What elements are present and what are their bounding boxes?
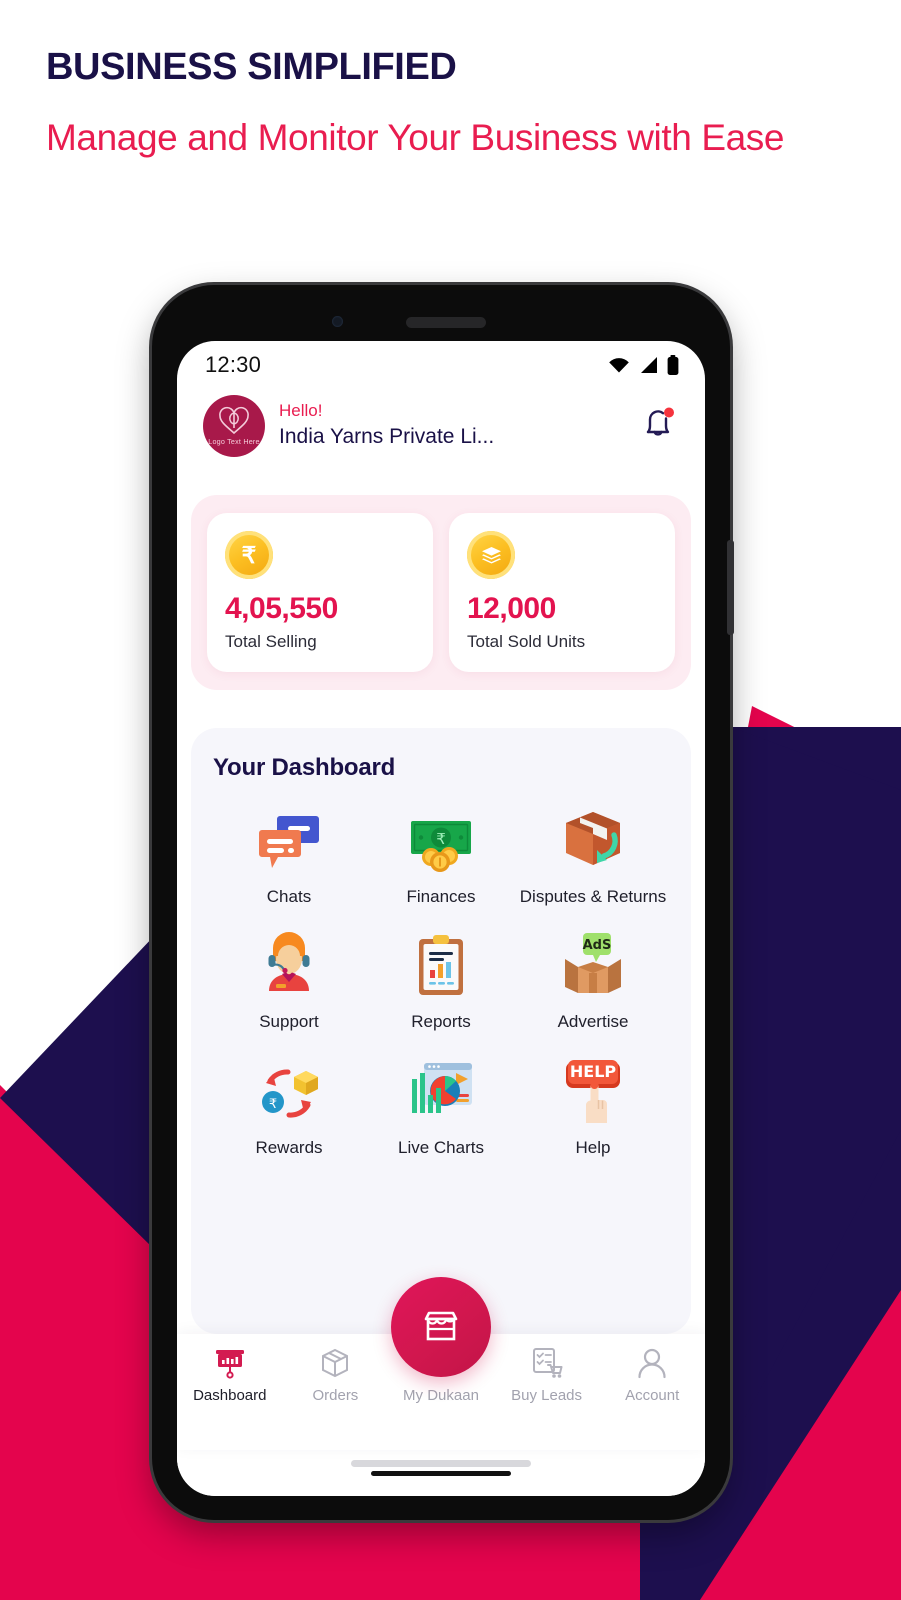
nav-item-label: My Dukaan (403, 1387, 479, 1404)
stat-card-total-sold-units[interactable]: 12,000 Total Sold Units (449, 513, 675, 672)
bell-icon (646, 407, 674, 436)
dashboard-title: Your Dashboard (213, 753, 396, 781)
status-time: 12:30 (205, 352, 262, 377)
home-indicator-pill[interactable] (351, 1460, 531, 1467)
avatar[interactable]: Logo Text Here (203, 395, 265, 457)
avatar-logo-text: Logo Text Here (208, 437, 260, 446)
chat-bubbles-icon (259, 815, 319, 868)
signal-icon (641, 357, 657, 373)
dashboard-item-label: Advertise (557, 1012, 629, 1032)
my-dukaan-fab-button[interactable] (391, 1277, 491, 1377)
return-box-icon (566, 811, 620, 865)
dashboard-item-label: Finances (406, 886, 476, 906)
svg-text:AdS: AdS (583, 938, 612, 953)
dashboard-item-live-charts[interactable]: Live Charts (365, 1055, 517, 1159)
nav-item-label: Buy Leads (511, 1387, 583, 1404)
dashboard-item-finances[interactable]: ₹ Finances (365, 804, 517, 908)
dashboard-item-label: Reports (411, 1012, 471, 1032)
business-name: India Yarns Private Li... (279, 425, 495, 449)
svg-text:₹: ₹ (269, 1097, 277, 1112)
phone-body: 12:30 Logo Text Here Hello! India Yarns … (152, 285, 734, 1520)
home-indicator-bar[interactable] (371, 1471, 511, 1476)
stacked-layers-coin-icon (467, 531, 515, 579)
ads-box-icon: AdS (565, 933, 621, 994)
headline-block: BUSINESS SIMPLIFIED Manage and Monitor Y… (46, 46, 836, 162)
greeting-block: Hello! India Yarns Private Li... (279, 400, 625, 451)
status-icon-group (608, 355, 679, 375)
person-icon (638, 1348, 666, 1379)
headline-subhead: Manage and Monitor Your Business with Ea… (46, 116, 785, 158)
earpiece-speaker (406, 317, 486, 328)
bottom-navigation: Dashboard Orders My Dukaan Buy Leads Acc… (177, 1277, 705, 1450)
help-button-hand-icon: HELP (566, 1059, 620, 1123)
company-logo-icon (219, 406, 249, 435)
presentation-chart-icon (215, 1350, 244, 1379)
phone-side-button[interactable] (727, 540, 734, 635)
phone-mockup: 12:30 Logo Text Here Hello! India Yarns … (152, 285, 734, 1520)
dashboard-card: Your Dashboard Chats ₹ Finances Disputes… (191, 727, 691, 1334)
dashboard-item-label: Rewards (255, 1137, 323, 1157)
headline-eyebrow: BUSINESS SIMPLIFIED (46, 46, 457, 88)
nav-item-buy-leads[interactable]: Buy Leads (494, 1346, 600, 1404)
stat-value: 4,05,550 (225, 592, 338, 625)
dashboard-item-label: Chats (266, 886, 312, 906)
battery-icon (667, 355, 679, 375)
greeting-text: Hello! (279, 401, 323, 421)
nav-item-label: Account (625, 1387, 680, 1404)
dashboard-item-label: Help (575, 1137, 611, 1157)
dashboard-item-label: Disputes & Returns (519, 886, 667, 906)
clipboard-chart-icon (419, 935, 463, 996)
dashboard-item-reports[interactable]: Reports (365, 929, 517, 1033)
nav-item-label: Orders (312, 1387, 359, 1404)
dashboard-item-disputes-returns[interactable]: Disputes & Returns (517, 804, 669, 908)
stat-value: 12,000 (467, 592, 556, 625)
front-camera-icon (332, 316, 343, 327)
notification-button[interactable] (639, 404, 679, 448)
nav-item-orders[interactable]: Orders (283, 1346, 389, 1404)
stat-card-total-selling[interactable]: ₹ 4,05,550 Total Selling (207, 513, 433, 672)
app-header: Logo Text Here Hello! India Yarns Privat… (177, 389, 705, 457)
status-bar: 12:30 (177, 341, 705, 389)
pie-bar-window-icon (412, 1062, 472, 1113)
svg-text:₹: ₹ (436, 830, 446, 848)
storefront-icon (424, 1311, 458, 1341)
nav-item-label: Dashboard (193, 1387, 267, 1404)
stat-label: Total Selling (225, 631, 317, 651)
headset-agent-icon (268, 932, 310, 992)
nav-item-dashboard[interactable]: Dashboard (177, 1346, 283, 1404)
dashboard-item-label: Live Charts (398, 1137, 484, 1157)
home-indicator-area (177, 1450, 705, 1496)
package-box-icon (322, 1348, 349, 1378)
dashboard-item-advertise[interactable]: AdS Advertise (517, 929, 669, 1033)
dashboard-item-rewards[interactable]: ₹ Rewards (213, 1055, 365, 1159)
rupee-coin-icon: ₹ (225, 531, 273, 579)
stats-strip: ₹ 4,05,550 Total Selling 12,000 Total So… (191, 495, 691, 690)
stat-label: Total Sold Units (467, 631, 586, 651)
dashboard-item-help[interactable]: HELP Help (517, 1055, 669, 1159)
dashboard-item-label: Support (259, 1012, 319, 1032)
rupee-cycle-box-icon: ₹ (262, 1069, 318, 1118)
dashboard-item-support[interactable]: Support (213, 929, 365, 1033)
checklist-cart-icon (532, 1348, 563, 1378)
banknote-coins-icon: ₹ (411, 820, 471, 872)
phone-screen: 12:30 Logo Text Here Hello! India Yarns … (177, 341, 705, 1496)
wifi-icon (609, 358, 629, 373)
dashboard-grid: Chats ₹ Finances Disputes & Returns Supp… (213, 804, 669, 1159)
notification-badge (664, 407, 674, 418)
dashboard-item-chats[interactable]: Chats (213, 804, 365, 908)
nav-item-account[interactable]: Account (599, 1346, 705, 1404)
